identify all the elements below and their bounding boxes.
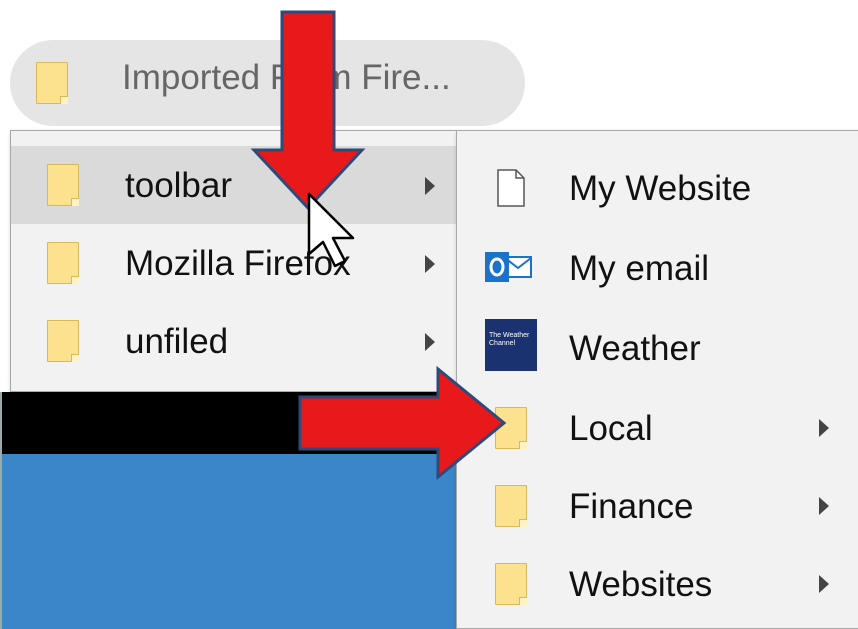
folder-dropdown-menu: toolbar Mozilla Firefox unfiled <box>10 130 457 392</box>
menu-item-label: Weather <box>569 329 701 368</box>
menu-item-local[interactable]: Local <box>457 389 858 467</box>
red-down-arrow-icon <box>250 10 366 210</box>
menu-item-my-website[interactable]: My Website <box>457 149 858 227</box>
folder-icon <box>36 62 68 104</box>
menu-item-mozilla-firefox[interactable]: Mozilla Firefox <box>11 224 456 302</box>
window-edge <box>0 392 2 629</box>
menu-item-label: My Website <box>569 169 752 208</box>
menu-item-label: Finance <box>569 487 694 526</box>
submenu-arrow-icon <box>819 575 829 593</box>
menu-item-my-email[interactable]: My email <box>457 229 858 307</box>
folder-icon <box>495 563 527 605</box>
weather-icon-text: The Weather Channel <box>489 332 530 347</box>
submenu-arrow-icon <box>425 333 435 351</box>
menu-item-label: Local <box>569 409 653 448</box>
menu-item-weather[interactable]: The Weather Channel Weather <box>457 309 858 387</box>
menu-item-label: toolbar <box>125 166 233 205</box>
page-icon <box>497 169 525 207</box>
folder-icon <box>47 164 79 206</box>
submenu-arrow-icon <box>425 255 435 273</box>
menu-item-label: unfiled <box>125 322 229 361</box>
menu-item-label: Websites <box>569 565 713 604</box>
submenu-arrow-icon <box>425 177 435 195</box>
submenu-arrow-icon <box>819 419 829 437</box>
mouse-cursor-icon <box>307 192 355 268</box>
folder-icon <box>495 485 527 527</box>
red-right-arrow-icon <box>298 365 507 481</box>
menu-item-websites[interactable]: Websites <box>457 545 858 623</box>
submenu-arrow-icon <box>819 497 829 515</box>
menu-item-toolbar[interactable]: toolbar <box>11 146 456 224</box>
menu-item-finance[interactable]: Finance <box>457 467 858 545</box>
weather-channel-icon: The Weather Channel <box>485 319 537 371</box>
folder-icon <box>47 320 79 362</box>
menu-item-label: My email <box>569 249 710 288</box>
outlook-icon <box>485 252 532 282</box>
folder-icon <box>47 242 79 284</box>
toolbar-submenu: My Website My email The Weather Channel … <box>456 130 858 629</box>
